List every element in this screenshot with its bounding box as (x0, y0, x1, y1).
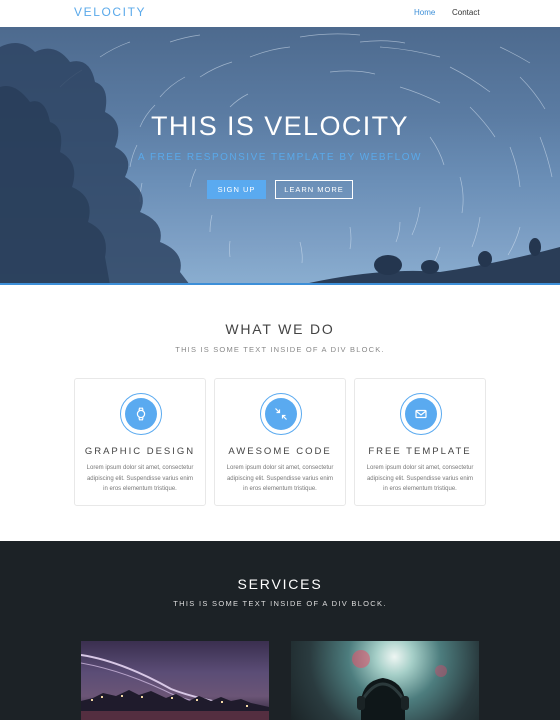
card-title: FREE TEMPLATE (368, 446, 472, 457)
hero-title: THIS IS VELOCITY (151, 111, 409, 141)
services-section: SERVICES THIS IS SOME TEXT INSIDE OF A D… (0, 541, 560, 720)
nav-link-contact[interactable]: Contact (452, 8, 480, 17)
service-image-headphones[interactable] (291, 641, 479, 720)
icon-ring (400, 393, 442, 435)
envelope-icon (405, 398, 437, 430)
card-text: Lorem ipsum dolor sit amet, consectetur … (226, 465, 334, 492)
feature-card-free-template: FREE TEMPLATE Lorem ipsum dolor sit amet… (354, 378, 486, 506)
card-title: AWESOME CODE (228, 446, 332, 457)
sign-up-button[interactable]: SIGN UP (207, 180, 266, 199)
feature-card-awesome-code: AWESOME CODE Lorem ipsum dolor sit amet,… (214, 378, 346, 506)
nav-link-home[interactable]: Home (414, 8, 435, 17)
services-title: SERVICES (237, 576, 323, 592)
service-image-bridge[interactable] (81, 641, 269, 720)
card-title: GRAPHIC DESIGN (84, 446, 196, 457)
icon-ring (260, 393, 302, 435)
icon-ring (120, 393, 162, 435)
navbar: VELOCITY Home Contact (0, 0, 560, 27)
learn-more-button[interactable]: LEARN MORE (275, 180, 353, 199)
section-title: WHAT WE DO (225, 321, 335, 337)
hero-subtitle: A FREE RESPONSIVE TEMPLATE BY WEBFLOW (138, 152, 422, 163)
what-we-do-section: WHAT WE DO THIS IS SOME TEXT INSIDE OF A… (0, 285, 560, 541)
card-text: Lorem ipsum dolor sit amet, consectetur … (86, 465, 194, 492)
watch-icon (125, 398, 157, 430)
compress-arrows-icon (265, 398, 297, 430)
section-subtitle: THIS IS SOME TEXT INSIDE OF A DIV BLOCK. (175, 345, 385, 354)
card-text: Lorem ipsum dolor sit amet, consectetur … (366, 465, 474, 492)
services-subtitle: THIS IS SOME TEXT INSIDE OF A DIV BLOCK. (173, 599, 387, 608)
brand-logo[interactable]: VELOCITY (74, 5, 146, 19)
hero-section: THIS IS VELOCITY A FREE RESPONSIVE TEMPL… (0, 27, 560, 285)
feature-card-graphic-design: GRAPHIC DESIGN Lorem ipsum dolor sit ame… (74, 378, 206, 506)
